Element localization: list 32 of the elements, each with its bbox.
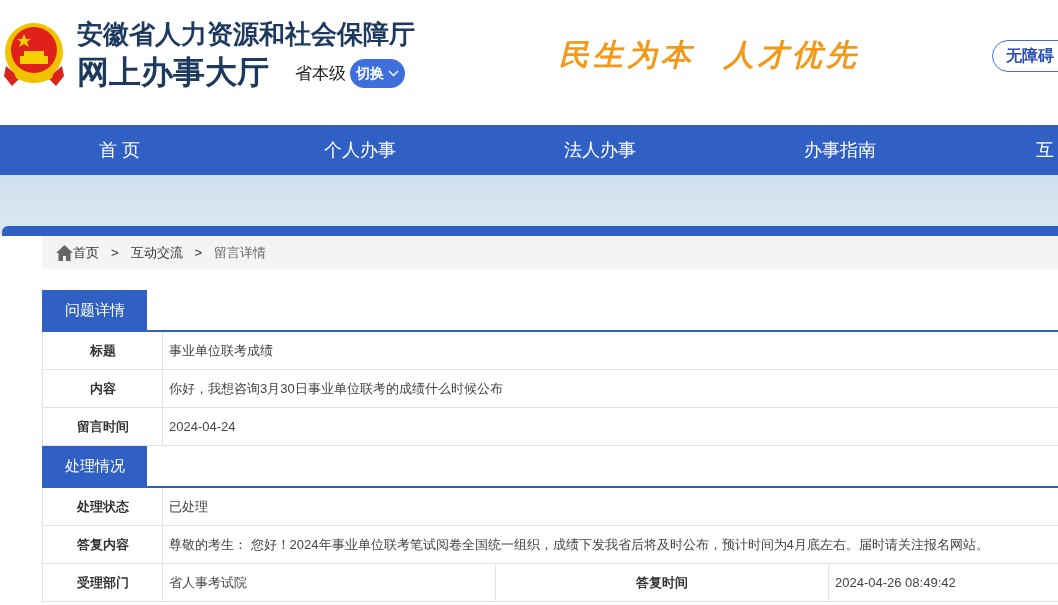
nav-link[interactable]: 办事指南 (720, 136, 960, 164)
breadcrumb-link[interactable]: 首页 (73, 242, 99, 263)
breadcrumb-separator: > (194, 243, 203, 262)
breadcrumb-link[interactable]: 互动交流 (130, 242, 183, 263)
field-label: 标题 (89, 341, 116, 360)
field-label: 答复内容 (76, 535, 129, 554)
slogan: 民生为本 人才优先 (559, 36, 860, 74)
nav-link[interactable]: 首 页 (0, 136, 240, 164)
field-label: 处理状态 (76, 497, 129, 516)
chevron-down-icon (388, 70, 399, 77)
nav-link[interactable]: 个人办事 (240, 136, 480, 164)
field-label: 内容 (89, 379, 116, 398)
field-value: 尊敬的考生： 您好！2024年事业单位联考笔试阅卷全国统一组织，成绩下发我省后将及时公布，预计时间为4月底左右。届时请关注报名网站。 (169, 535, 989, 554)
nav-link[interactable]: 互 (1036, 136, 1054, 164)
site-title: 安徽省人力资源和社会保障厅 (77, 17, 415, 50)
field-value: 2024-04-26 08:49:42 (835, 573, 956, 592)
field-label: 受理部门 (76, 573, 129, 592)
level-label: 省本级 (295, 62, 346, 85)
field-value: 2024-04-24 (169, 417, 236, 436)
breadcrumb-separator: > (111, 243, 119, 262)
home-icon (56, 244, 73, 261)
field-value: 已处理 (169, 497, 208, 516)
field-value: 事业单位联考成绩 (169, 341, 273, 360)
breadcrumb-link[interactable]: 留言详情 (214, 242, 267, 263)
field-value: 省人事考试院 (169, 573, 247, 592)
field-label: 答复时间 (636, 573, 688, 592)
nav-link[interactable]: 法人办事 (480, 136, 720, 164)
switch-button[interactable]: 切换 (350, 59, 405, 88)
field-value: 你好，我想咨询3月30日事业单位联考的成绩什么时候公布 (169, 379, 503, 398)
national-emblem-icon (2, 21, 66, 88)
site-subtitle: 网上办事大厅 (77, 52, 269, 92)
field-label: 留言时间 (76, 417, 129, 436)
